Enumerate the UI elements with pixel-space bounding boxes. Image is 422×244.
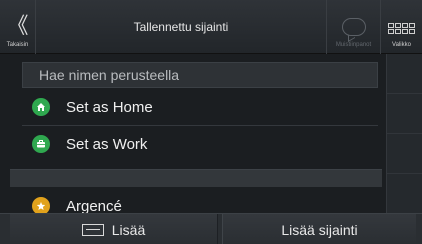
menu-label: Valikko: [392, 42, 411, 48]
keyboard-icon: [81, 223, 104, 236]
list-item-label: Set as Work: [66, 135, 148, 153]
home-icon: [32, 98, 50, 116]
menu-grid-icon: [388, 23, 415, 34]
notes-button[interactable]: Muistiinpanot: [326, 0, 380, 54]
page-title: Tallennettu sijainti: [133, 20, 229, 34]
menu-button[interactable]: Valikko: [380, 0, 422, 54]
back-button[interactable]: 《 Takaisin: [0, 0, 36, 54]
top-bar: 《 Takaisin Tallennettu sijainti Muistiin…: [0, 0, 422, 54]
add-location-button[interactable]: Lisää sijainti: [222, 214, 416, 244]
briefcase-icon: [32, 135, 50, 153]
speech-bubble-icon: [341, 18, 366, 36]
notes-label: Muistiinpanot: [335, 42, 372, 48]
list-item-set-home[interactable]: Set as Home: [0, 89, 386, 125]
section-divider: [10, 169, 382, 187]
search-input[interactable]: Hae nimen perusteella: [22, 62, 378, 88]
saved-location-list: Hae nimen perusteella Set as Home Set as…: [0, 55, 386, 215]
back-chevron-icon: 《: [6, 14, 28, 39]
bottom-bar: Lisää Lisää sijainti: [0, 213, 422, 244]
more-label: Lisää: [111, 221, 146, 238]
add-location-label: Lisää sijainti: [281, 221, 358, 238]
more-button[interactable]: Lisää: [10, 214, 218, 244]
list-item-label: Set as Home: [66, 98, 153, 116]
back-label: Takaisin: [6, 42, 29, 48]
list-item-set-work[interactable]: Set as Work: [0, 126, 386, 162]
